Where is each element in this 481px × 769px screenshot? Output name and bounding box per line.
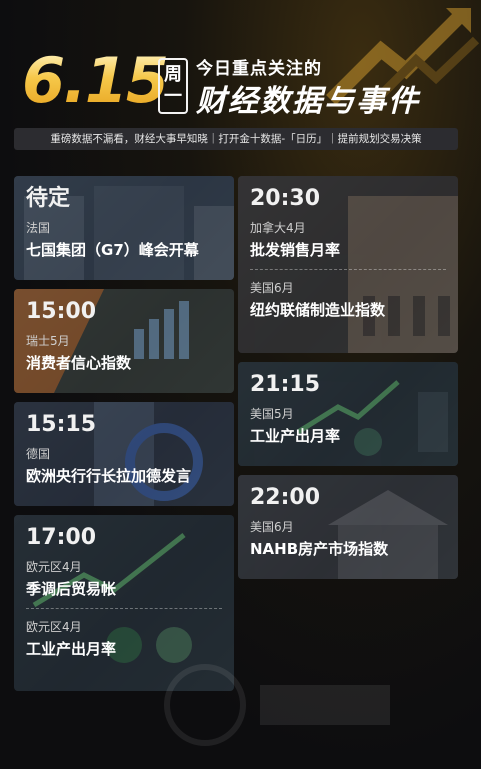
event-item: 美国6月 纽约联储制造业指数	[250, 280, 446, 321]
page-header: 6.15 周 一 今日重点关注的 财经数据与事件	[22, 44, 462, 120]
right-column: 20:30 加拿大4月 批发销售月率 美国6月 纽约联储制造业指数 21:15 …	[238, 176, 458, 588]
event-item: 欧元区4月 工业产出月率	[26, 619, 222, 660]
event-time: 21:15	[250, 372, 321, 397]
weekday-badge: 周 一	[158, 58, 188, 114]
event-time: 20:30	[250, 186, 321, 211]
event-card[interactable]: 待定 法国 七国集团（G7）峰会开幕	[14, 176, 234, 280]
event-time: 17:00	[26, 525, 97, 550]
event-item: 加拿大4月 批发销售月率	[250, 220, 446, 261]
event-region: 法国	[26, 221, 51, 235]
date-label: 6.15	[22, 44, 169, 117]
event-region: 瑞士5月	[26, 334, 70, 348]
event-name: 消费者信心指数	[26, 354, 132, 372]
event-region: 美国6月	[250, 520, 294, 534]
event-name: 批发销售月率	[250, 241, 341, 259]
event-item: 美国5月 工业产出月率	[250, 406, 446, 447]
event-item: 瑞士5月 消费者信心指数	[26, 333, 222, 374]
event-region: 德国	[26, 447, 51, 461]
event-item: 美国6月 NAHB房产市场指数	[250, 519, 446, 560]
event-card[interactable]: 15:00 瑞士5月 消费者信心指数	[14, 289, 234, 393]
event-name: NAHB房产市场指数	[250, 540, 389, 558]
event-region: 欧元区4月	[26, 560, 82, 574]
event-name: 工业产出月率	[250, 427, 341, 445]
event-name: 季调后贸易帐	[26, 580, 117, 598]
event-item: 德国 欧洲央行行长拉加德发言	[26, 446, 222, 487]
event-card[interactable]: 21:15 美国5月 工业产出月率	[238, 362, 458, 466]
event-time: 15:15	[26, 412, 97, 437]
event-card[interactable]: 22:00 美国6月 NAHB房产市场指数	[238, 475, 458, 579]
event-name: 七国集团（G7）峰会开幕	[26, 241, 199, 259]
event-region: 美国5月	[250, 407, 294, 421]
event-region: 美国6月	[250, 281, 294, 295]
weekday-top: 周	[164, 64, 182, 85]
divider	[26, 608, 222, 609]
event-item: 欧元区4月 季调后贸易帐	[26, 559, 222, 600]
watermark-logo	[164, 664, 390, 746]
event-region: 加拿大4月	[250, 221, 306, 235]
event-item: 法国 七国集团（G7）峰会开幕	[26, 220, 222, 261]
event-region: 欧元区4月	[26, 620, 82, 634]
tagline-banner: 重磅数据不漏看，财经大事早知晓｜打开金十数据-「日历」｜提前规划交易决策	[14, 128, 458, 150]
event-time: 15:00	[26, 299, 97, 324]
weekday-bottom: 一	[164, 86, 182, 107]
left-column: 待定 法国 七国集团（G7）峰会开幕 15:00 瑞士5月 消费者信心指数 15…	[14, 176, 234, 700]
page-title: 财经数据与事件	[196, 84, 420, 119]
divider	[250, 269, 446, 270]
event-name: 工业产出月率	[26, 640, 117, 658]
event-time: 待定	[26, 186, 71, 211]
event-card[interactable]: 15:15 德国 欧洲央行行长拉加德发言	[14, 402, 234, 506]
event-name: 纽约联储制造业指数	[250, 301, 386, 319]
event-time: 22:00	[250, 485, 321, 510]
event-card[interactable]: 20:30 加拿大4月 批发销售月率 美国6月 纽约联储制造业指数	[238, 176, 458, 353]
event-name: 欧洲央行行长拉加德发言	[26, 467, 192, 485]
